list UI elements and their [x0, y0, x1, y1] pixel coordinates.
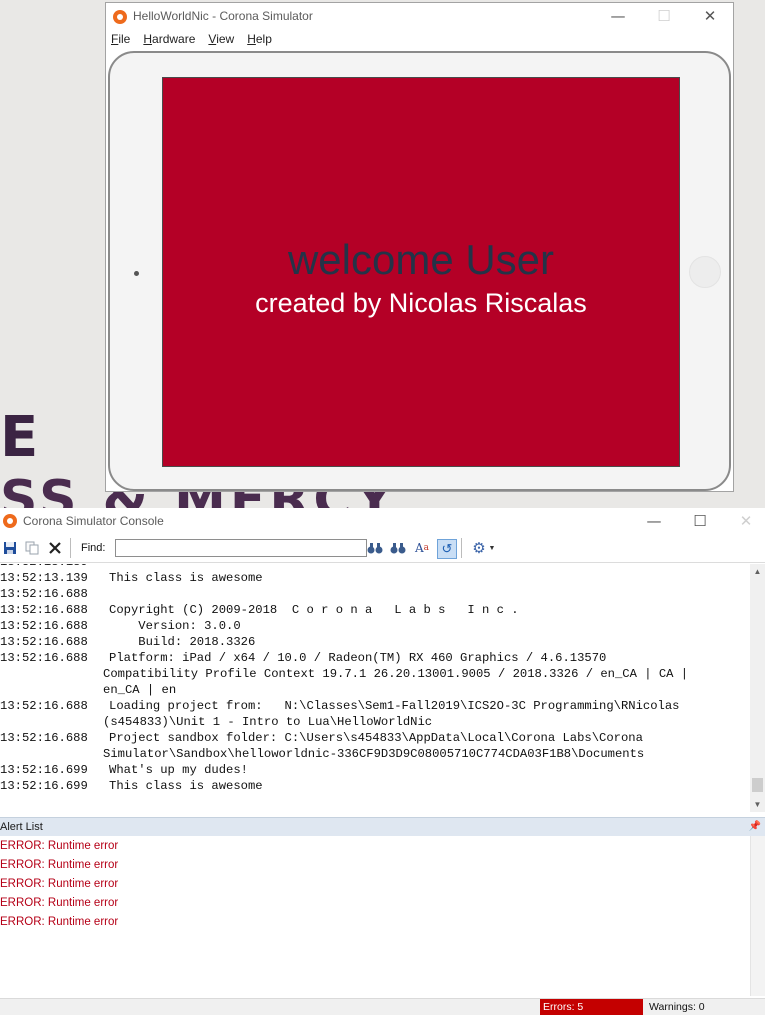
toolbar-separator	[70, 538, 71, 558]
simulator-title: HelloWorldNic - Corona Simulator	[133, 9, 313, 23]
ipad-device-frame: welcome User created by Nicolas Riscalas	[108, 51, 731, 491]
errors-count[interactable]: Errors: 5	[540, 999, 643, 1015]
gear-icon[interactable]: ⚙	[470, 539, 488, 557]
alert-list-title: Alert List	[0, 821, 43, 833]
pin-icon[interactable]: 📌	[749, 818, 761, 836]
toolbar-separator	[461, 538, 462, 558]
close-button[interactable]: ✕	[723, 508, 765, 534]
minimize-button[interactable]: —	[595, 3, 641, 29]
minimize-button[interactable]: —	[631, 508, 677, 534]
find-label: Find:	[81, 542, 106, 554]
alert-item[interactable]: ERROR: Runtime error	[0, 878, 118, 890]
scroll-down-icon[interactable]: ▼	[750, 797, 765, 812]
menu-help[interactable]: Help	[247, 32, 272, 46]
save-icon[interactable]	[1, 539, 19, 557]
alert-item[interactable]: ERROR: Runtime error	[0, 840, 118, 852]
menu-file[interactable]: File	[111, 32, 130, 46]
scrollbar-thumb[interactable]	[752, 778, 763, 792]
welcome-text: welcome User	[287, 236, 555, 283]
console-toolbar: Find: Aa ↺ ⚙ ▼	[0, 535, 765, 563]
simulator-titlebar[interactable]: HelloWorldNic - Corona Simulator — ☐ ✕	[106, 3, 733, 29]
alert-item[interactable]: ERROR: Runtime error	[0, 859, 118, 871]
find-previous-icon[interactable]	[366, 539, 384, 557]
maximize-button[interactable]: ☐	[641, 3, 687, 29]
scroll-up-icon[interactable]: ▲	[750, 564, 765, 579]
find-input[interactable]	[115, 539, 367, 557]
simulator-window: HelloWorldNic - Corona Simulator — ☐ ✕ F…	[105, 2, 734, 492]
corona-app-icon	[113, 10, 127, 24]
warnings-count[interactable]: Warnings: 0	[649, 999, 705, 1015]
alert-item[interactable]: ERROR: Runtime error	[0, 916, 118, 928]
alert-list: ERROR: Runtime error ERROR: Runtime erro…	[0, 838, 750, 998]
camera-dot-icon	[134, 271, 139, 276]
device-screen[interactable]: welcome User created by Nicolas Riscalas	[162, 77, 680, 467]
status-bar: Errors: 5 Warnings: 0	[0, 998, 765, 1015]
wallpaper-text-1: E	[0, 405, 39, 470]
alert-list-scrollbar[interactable]	[750, 836, 765, 996]
alert-item[interactable]: ERROR: Runtime error	[0, 897, 118, 909]
console-window: Corona Simulator Console — ☐ ✕ Find: Aa …	[0, 508, 765, 1015]
copy-icon[interactable]	[23, 539, 41, 557]
credit-text: created by Nicolas Riscalas	[255, 288, 587, 318]
menu-view[interactable]: View	[208, 32, 234, 46]
maximize-button[interactable]: ☐	[677, 508, 723, 534]
corona-app-icon	[3, 514, 17, 528]
console-log[interactable]: 13:52:13.139 13:52:13.139This class is a…	[0, 564, 750, 812]
menu-hardware[interactable]: Hardware	[143, 32, 195, 46]
console-titlebar[interactable]: Corona Simulator Console — ☐ ✕	[0, 508, 765, 535]
chevron-down-icon[interactable]: ▼	[487, 539, 497, 557]
console-title: Corona Simulator Console	[23, 514, 164, 528]
close-button[interactable]: ✕	[687, 3, 733, 29]
find-next-icon[interactable]	[389, 539, 407, 557]
home-button[interactable]	[689, 256, 721, 288]
clear-icon[interactable]	[46, 539, 64, 557]
log-scrollbar[interactable]: ▲ ▼	[750, 564, 765, 812]
auto-scroll-toggle-icon[interactable]: ↺	[437, 539, 457, 559]
alert-list-header: Alert List 📌	[0, 817, 765, 836]
simulator-menubar: File Hardware View Help	[106, 29, 733, 49]
match-case-icon[interactable]: Aa	[413, 539, 431, 557]
